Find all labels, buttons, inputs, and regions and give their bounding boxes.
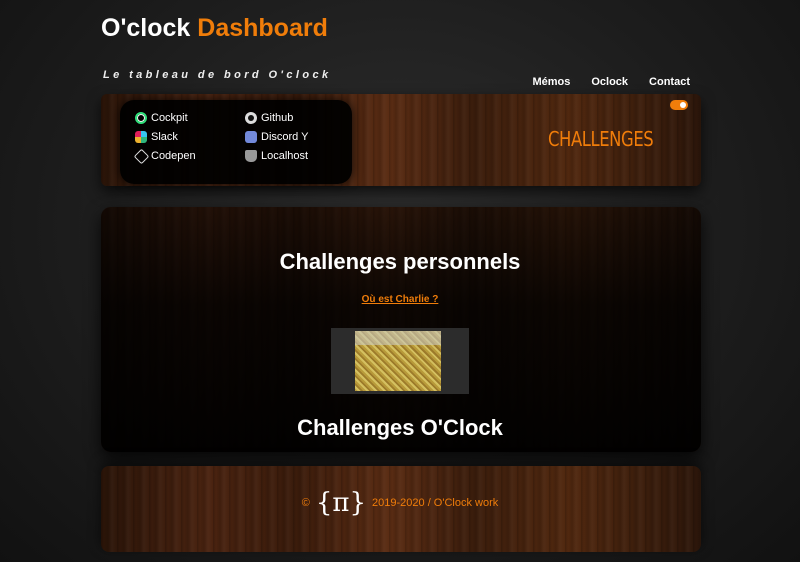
section-title-personal: Challenges personnels <box>279 249 521 274</box>
section-title-oclock: Challenges O'Clock <box>297 415 503 440</box>
link-localhost[interactable]: Localhost <box>245 150 308 162</box>
link-label: Slack <box>151 131 178 143</box>
slack-icon <box>135 131 147 143</box>
link-label: Localhost <box>261 150 309 162</box>
challenge-thumbnail[interactable] <box>331 328 469 394</box>
link-label: Github <box>261 112 294 124</box>
nav-oclock[interactable]: Oclock <box>591 76 628 88</box>
link-slack[interactable]: Slack <box>135 131 178 143</box>
page-subtitle: Le tableau de bord O'clock <box>103 69 332 81</box>
discord-icon <box>245 131 257 143</box>
nav-memos[interactable]: Mémos <box>532 76 570 88</box>
link-discord[interactable]: Discord Y <box>245 131 308 143</box>
top-nav: Mémos Oclock Contact <box>532 76 690 88</box>
localhost-icon <box>245 150 257 162</box>
challenge-link-charlie[interactable]: Où est Charlie ? <box>0 294 800 305</box>
cockpit-icon <box>135 112 147 124</box>
copyright-symbol: © <box>301 497 310 509</box>
link-codepen[interactable]: Codepen <box>133 148 196 164</box>
page-title: O'clock Dashboard <box>101 12 328 44</box>
link-label: Codepen <box>151 150 196 162</box>
theme-toggle[interactable] <box>670 100 688 110</box>
link-label: Cockpit <box>151 112 188 124</box>
footer-text: 2019-2020 / O'Clock work <box>372 497 499 509</box>
link-label: Discord Y <box>261 131 309 143</box>
thumbnail-image-top <box>355 331 441 345</box>
github-icon <box>245 112 257 124</box>
footer-credits: © {π} 2019-2020 / O'Clock work <box>0 490 800 516</box>
title-text: O'clock <box>101 14 191 42</box>
link-github[interactable]: Github <box>245 112 293 124</box>
challenges-logo: CHALLENGES <box>548 127 654 151</box>
nav-contact[interactable]: Contact <box>649 76 690 88</box>
pi-logo-icon: {π} <box>315 488 367 518</box>
link-cockpit[interactable]: Cockpit <box>135 112 188 124</box>
codepen-icon <box>133 148 150 164</box>
title-accent: Dashboard <box>197 14 328 42</box>
